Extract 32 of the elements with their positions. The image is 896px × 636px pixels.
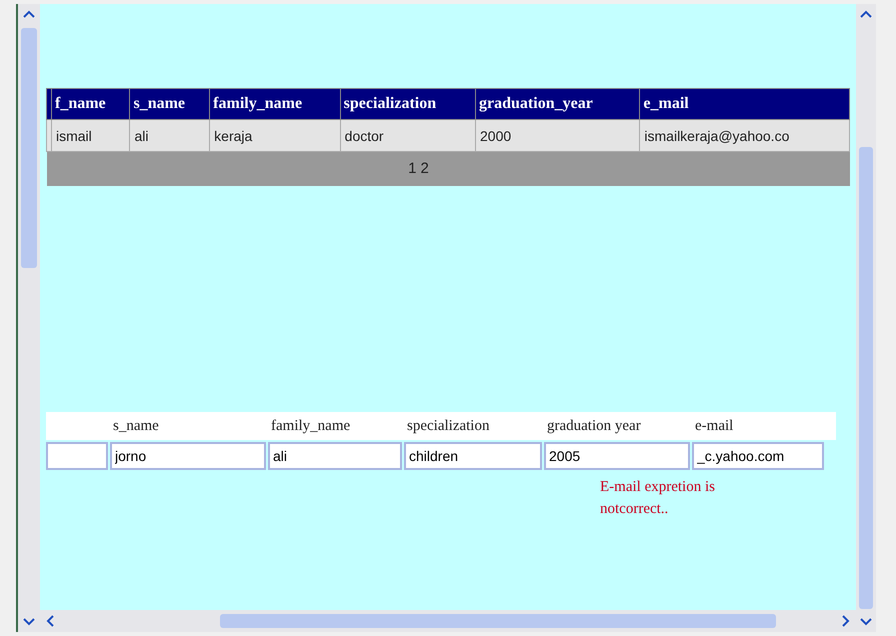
table-cell: 2000 <box>476 120 640 152</box>
table-cell: ismailkeraja@yahoo.co <box>640 120 850 152</box>
column-header: f_name <box>52 88 130 120</box>
input-field[interactable]: jorno <box>110 442 266 470</box>
column-header: family_name <box>210 88 340 120</box>
scrollbar[interactable] <box>856 4 876 632</box>
input-field[interactable]: 2005 <box>544 442 690 470</box>
scrollbar[interactable] <box>16 4 40 632</box>
field-label: family_name <box>270 418 352 434</box>
column-header: e_mail <box>640 88 850 120</box>
scroll-thumb[interactable] <box>220 614 776 628</box>
table-cell: doctor <box>340 120 476 152</box>
column-header: graduation_year <box>476 88 640 120</box>
field-label: specialization <box>406 418 490 434</box>
scroll-thumb[interactable] <box>859 147 873 609</box>
error-message: E-mail expretion is notcorrect.. <box>600 478 716 519</box>
input-field[interactable] <box>46 442 108 470</box>
column-header: s_name <box>130 88 210 120</box>
page-link[interactable]: 2 <box>420 160 429 177</box>
field-label: e-mail <box>694 418 734 434</box>
page-link[interactable]: 1 <box>408 160 416 177</box>
input-field[interactable]: ali <box>268 442 402 470</box>
field-label: s_name <box>112 418 160 434</box>
column-header: specialization <box>340 88 476 120</box>
table-cell: ali <box>130 120 210 152</box>
scroll-thumb[interactable] <box>21 28 37 268</box>
column-header <box>46 88 52 120</box>
input-field[interactable]: children <box>404 442 542 470</box>
input-field[interactable]: _c.yahoo.com <box>692 442 824 470</box>
field-label: graduation year <box>546 418 642 434</box>
table-cell: keraja <box>210 120 340 152</box>
table-cell: ismail <box>52 120 130 152</box>
